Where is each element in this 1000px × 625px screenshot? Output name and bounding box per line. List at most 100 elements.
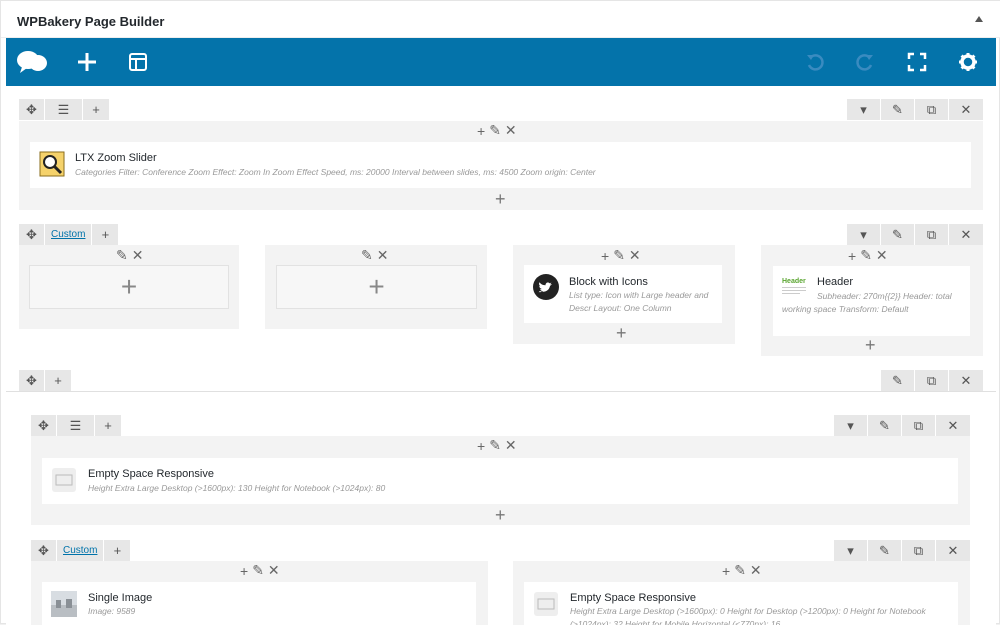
inner-row-controls: ✥ Custom + [31,540,131,561]
column-tools: ✎ ✕ [361,247,388,264]
edit-row-icon[interactable]: ✎ [881,99,915,120]
edit-row-icon[interactable]: ✎ [868,415,902,436]
toggle-row-icon[interactable]: ▾ [834,415,868,436]
settings-button[interactable] [950,46,986,78]
add-icon[interactable]: + [477,438,485,454]
builder-toolbar [6,38,996,86]
move-row-icon[interactable]: ✥ [19,99,45,120]
delete-icon[interactable]: ✕ [268,562,280,579]
edit-icon[interactable]: ✎ [860,247,872,264]
row-actions: ▾ ✎ ⧉ ✕ [847,224,983,245]
delete-icon[interactable]: ✕ [505,122,517,139]
edit-icon[interactable]: ✎ [613,247,625,264]
toggle-row-icon[interactable]: ▾ [834,540,868,561]
column-tools: + ✎ ✕ [848,247,888,264]
edit-icon[interactable]: ✎ [252,562,264,579]
element-title: LTX Zoom Slider [75,152,157,164]
add-icon[interactable]: + [848,248,856,264]
delete-row-icon[interactable]: ✕ [949,224,983,245]
toggle-row-icon[interactable]: ▾ [847,99,881,120]
element-title: Header [817,276,854,288]
undo-button[interactable] [797,46,833,78]
element-description: Subheader: 270m{{2}} Header: total worki… [782,291,952,314]
move-row-icon[interactable]: ✥ [19,224,45,245]
column-3: + ✎ ✕ Block with Icons List type: Icon wit… [513,245,735,344]
clone-row-icon[interactable]: ⧉ [902,540,936,561]
add-icon[interactable]: + [240,563,248,579]
add-row-button[interactable]: + [45,370,71,391]
builder-canvas: ✥ ☰ + ▾ ✎ ⧉ ✕ + ✎ ✕ LTX Zoom Slider Catego… [6,86,996,625]
delete-icon[interactable]: ✕ [629,247,641,264]
element-description: Image: 9589 [88,606,136,616]
inner-row-actions: ▾ ✎ ⧉ ✕ [834,540,970,561]
edit-icon[interactable]: ✎ [734,562,746,579]
row-layout-icon[interactable]: ☰ [45,99,83,120]
element-title: Empty Space Responsive [570,592,696,604]
collapse-toggle-icon[interactable] [975,16,983,22]
element-ltx-zoom-slider[interactable]: LTX Zoom Slider Categories Filter: Confe… [30,142,971,188]
row-controls: ✥ Custom + [19,224,119,245]
move-row-icon[interactable]: ✥ [31,415,57,436]
column-tools: ✎ ✕ [116,247,143,264]
element-title: Block with Icons [569,276,648,288]
empty-column-add-button[interactable]: + [29,265,229,309]
column-4: + ✎ ✕ Header Header Subheader: 270m{{2}} H… [761,245,983,356]
element-single-image[interactable]: Single Image Image: 9589 [42,582,476,625]
add-icon[interactable]: + [722,563,730,579]
element-empty-space-responsive[interactable]: Empty Space Responsive Height Extra Larg… [42,458,958,504]
delete-section-icon[interactable]: ✕ [949,370,983,391]
edit-section-icon[interactable]: ✎ [881,370,915,391]
element-title: Empty Space Responsive [88,468,214,480]
element-description: List type: Icon with Large header and De… [569,290,709,313]
delete-icon[interactable]: ✕ [377,247,389,264]
element-description: Height Extra Large Desktop (>1600px): 0 … [570,606,926,625]
row-layout-custom-link[interactable]: Custom [57,540,105,561]
edit-row-icon[interactable]: ✎ [868,540,902,561]
inner-column-1: + ✎ ✕ Single Image Image: 9589 [31,561,488,625]
clone-section-icon[interactable]: ⧉ [915,370,949,391]
row-layout-icon[interactable]: ☰ [57,415,95,436]
add-element-icon[interactable]: + [865,336,876,354]
element-header[interactable]: Header Header Subheader: 270m{{2}} Heade… [773,266,970,336]
delete-row-icon[interactable]: ✕ [936,540,970,561]
add-column-button[interactable]: + [83,99,109,120]
delete-icon[interactable]: ✕ [132,247,144,264]
delete-icon[interactable]: ✕ [505,437,517,454]
edit-icon[interactable]: ✎ [489,437,501,454]
add-column-button[interactable]: + [104,540,130,561]
toggle-row-icon[interactable]: ▾ [847,224,881,245]
element-block-with-icons[interactable]: Block with Icons List type: Icon with La… [524,265,722,323]
add-element-icon[interactable]: + [616,324,627,342]
templates-button[interactable] [120,46,156,78]
delete-icon[interactable]: ✕ [876,247,888,264]
move-row-icon[interactable]: ✥ [31,540,57,561]
clone-row-icon[interactable]: ⧉ [902,415,936,436]
add-column-button[interactable]: + [95,415,121,436]
section-actions: ✎ ⧉ ✕ [881,370,983,391]
delete-icon[interactable]: ✕ [750,562,762,579]
edit-icon[interactable]: ✎ [116,247,128,264]
inner-row-controls: ✥ ☰ + [31,415,121,436]
clone-row-icon[interactable]: ⧉ [915,224,949,245]
edit-row-icon[interactable]: ✎ [881,224,915,245]
add-element-icon[interactable]: + [495,190,506,208]
empty-column-add-button[interactable]: + [276,265,477,309]
edit-icon[interactable]: ✎ [489,122,501,139]
add-element-icon[interactable]: + [495,506,506,524]
edit-icon[interactable]: ✎ [361,247,373,264]
add-element-button[interactable] [69,46,105,78]
wpbakery-logo-icon[interactable] [14,46,50,78]
redo-button[interactable] [847,46,883,78]
clone-row-icon[interactable]: ⧉ [915,99,949,120]
fullscreen-button[interactable] [899,46,935,78]
move-section-icon[interactable]: ✥ [19,370,45,391]
row-layout-custom-link[interactable]: Custom [45,224,93,245]
delete-row-icon[interactable]: ✕ [949,99,983,120]
add-icon[interactable]: + [601,248,609,264]
column-tools: + ✎ ✕ [477,122,517,139]
row-actions: ▾ ✎ ⧉ ✕ [847,99,983,120]
element-empty-space-responsive[interactable]: Empty Space Responsive Height Extra Larg… [524,582,958,625]
delete-row-icon[interactable]: ✕ [936,415,970,436]
add-icon[interactable]: + [477,123,485,139]
add-column-button[interactable]: + [92,224,118,245]
